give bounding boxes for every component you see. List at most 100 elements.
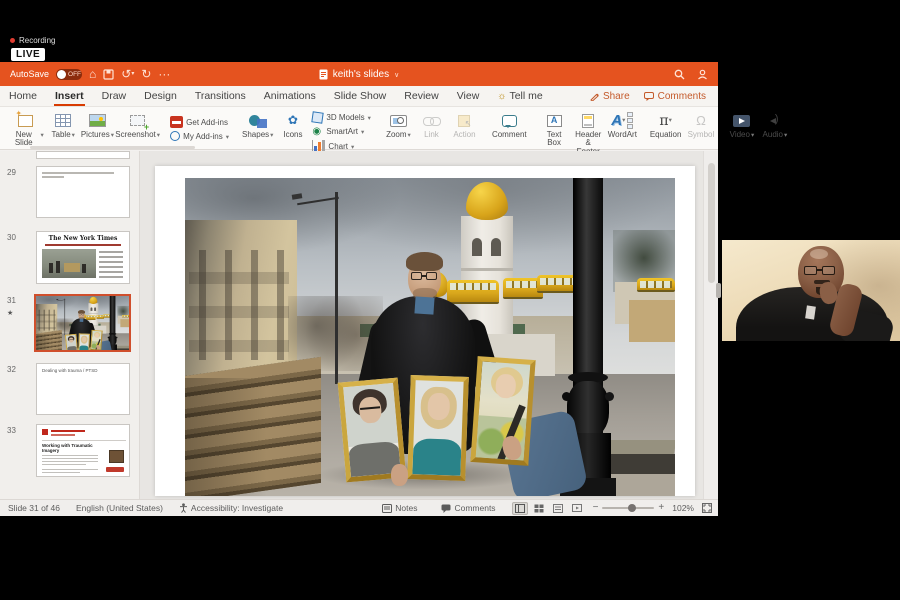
get-addins-button[interactable]: Get Add-ins [170,116,229,128]
document-title[interactable]: keith's slides [333,69,389,80]
share-button[interactable]: Share [590,91,630,102]
my-addins-button[interactable]: My Add-ins [170,131,229,141]
tab-tell-me[interactable]: Tell me [488,87,551,105]
zoom-slider-track[interactable] [602,507,654,509]
autosave-toggle[interactable]: OFF [56,69,82,80]
tab-review[interactable]: Review [395,87,447,105]
tab-draw[interactable]: Draw [93,87,136,105]
icons-button[interactable]: Icons [276,110,309,139]
nyt-masthead: The New York Times [37,235,129,242]
lightbulb-icon [497,90,506,102]
slide-photo[interactable] [185,178,675,496]
audio-button[interactable]: Audio [758,110,791,140]
kyiv-photo-scene [36,296,129,350]
photo-lamppost-bump [108,337,110,339]
photo-portrait-frame-middle [407,375,469,481]
video-icon [733,115,750,127]
panel-resize-handle[interactable] [716,283,721,298]
zoom-out-icon[interactable]: − [593,503,599,513]
tab-view[interactable]: View [448,87,489,105]
search-icon[interactable] [674,69,685,80]
vertical-scrollbar[interactable] [703,151,718,499]
header-footer-button[interactable]: Header & Footer [571,110,606,156]
screenshot-button[interactable]: Screenshot [115,110,160,140]
slide-canvas[interactable] [155,166,695,496]
photo-man-hair [406,252,443,271]
thumbnail-slide-32[interactable]: Dealing with trauma / PTSD [36,363,130,415]
more-commands-icon[interactable]: ··· [158,68,170,80]
fit-to-window-button[interactable] [702,503,712,513]
language-button[interactable]: English (United States) [68,503,171,513]
slide-thumbnail-panel[interactable]: 29 30 The New York Times 31 ★ [0,151,140,499]
action-button[interactable]: Action [448,110,481,139]
tab-slide-show[interactable]: Slide Show [325,87,396,105]
symbol-button[interactable]: Ω Symbol [684,110,717,139]
accessibility-button[interactable]: Accessibility: Investigate [171,503,291,513]
zoom-slider[interactable]: − + [593,503,665,513]
video-button[interactable]: Video [725,110,758,140]
slide-sorter-view-button[interactable] [531,502,547,515]
thumbnail-slide-30[interactable]: The New York Times [36,231,130,284]
normal-view-button[interactable] [512,502,528,515]
tab-home[interactable]: Home [0,87,46,105]
3d-models-button[interactable]: 3D Models [312,112,371,123]
workspace: 29 30 The New York Times 31 ★ [0,151,718,499]
notes-button[interactable]: Notes [374,503,425,513]
text-box-button[interactable]: A Text Box [538,110,571,148]
notes-icon [382,504,392,513]
wordart-button[interactable]: A WordArt [606,110,639,139]
photo-yellow-bus [447,280,499,304]
webpage-body-line [42,455,98,456]
photo-lamppost-bump [562,392,571,401]
3d-cube-icon [312,111,324,123]
equation-button[interactable]: π Equation [647,110,685,139]
slideshow-view-button[interactable] [569,502,585,515]
new-slide-button[interactable]: New Slide [5,110,47,148]
nyt-photo [42,249,96,278]
zoom-in-icon[interactable]: + [658,503,664,513]
shapes-button[interactable]: Shapes [239,110,276,140]
ribbon-scroll-pill[interactable] [30,146,195,149]
status-bar: Slide 31 of 46 English (United States) A… [0,499,718,516]
title-chevron-icon[interactable] [394,69,399,79]
tab-insert[interactable]: Insert [46,87,93,105]
thumbnail-number-29: 29 [7,168,16,177]
smartart-button[interactable]: SmartArt [312,126,371,137]
tab-animations[interactable]: Animations [255,87,325,105]
home-icon[interactable]: ⌂ [89,68,96,80]
comment-button[interactable]: Comment [489,110,530,139]
table-button[interactable]: Table [47,110,80,140]
thumbnail-slide-33[interactable]: Working with Traumatic Imagery [36,424,130,477]
save-icon[interactable] [103,69,114,80]
zoom-level[interactable]: 102% [672,503,694,513]
comments-status-button[interactable]: Comments [433,503,503,513]
thumbnail-slide-29[interactable] [36,166,130,218]
thumbnail-29-text-line [42,172,114,174]
pictures-button[interactable]: Pictures [80,110,115,140]
photo-bell-tower [461,216,513,334]
shapes-icon [249,114,267,128]
title-bar: AutoSave OFF ⌂ ↺▾ ↻ ··· keith's slides [0,62,718,86]
thumbnail-slide-28-partial[interactable] [36,151,130,159]
action-icon [458,115,470,127]
account-icon[interactable] [697,69,708,80]
reading-view-button[interactable] [550,502,566,515]
thumbnail-slide-31-selected[interactable] [34,294,131,352]
new-slide-icon [18,115,33,127]
webcam-head-highlight [810,249,828,259]
tab-design[interactable]: Design [135,87,186,105]
scrollbar-thumb[interactable] [708,163,715,283]
zoom-button[interactable]: Zoom [382,110,415,140]
comments-button[interactable]: Comments [644,91,706,102]
accessibility-icon [179,503,188,513]
webcam-person-glasses [804,266,839,276]
link-button[interactable]: Link [415,110,448,139]
undo-icon[interactable]: ↺▾ [121,68,134,80]
redo-icon[interactable]: ↻ [141,68,151,80]
zoom-slider-knob[interactable] [628,504,636,512]
thumbnail-number-31: 31 [7,296,16,305]
tab-transitions[interactable]: Transitions [186,87,255,105]
photo-man-glasses [411,272,439,281]
webpage-nav-line [42,440,126,441]
photo-streetlight-pole [335,192,338,384]
